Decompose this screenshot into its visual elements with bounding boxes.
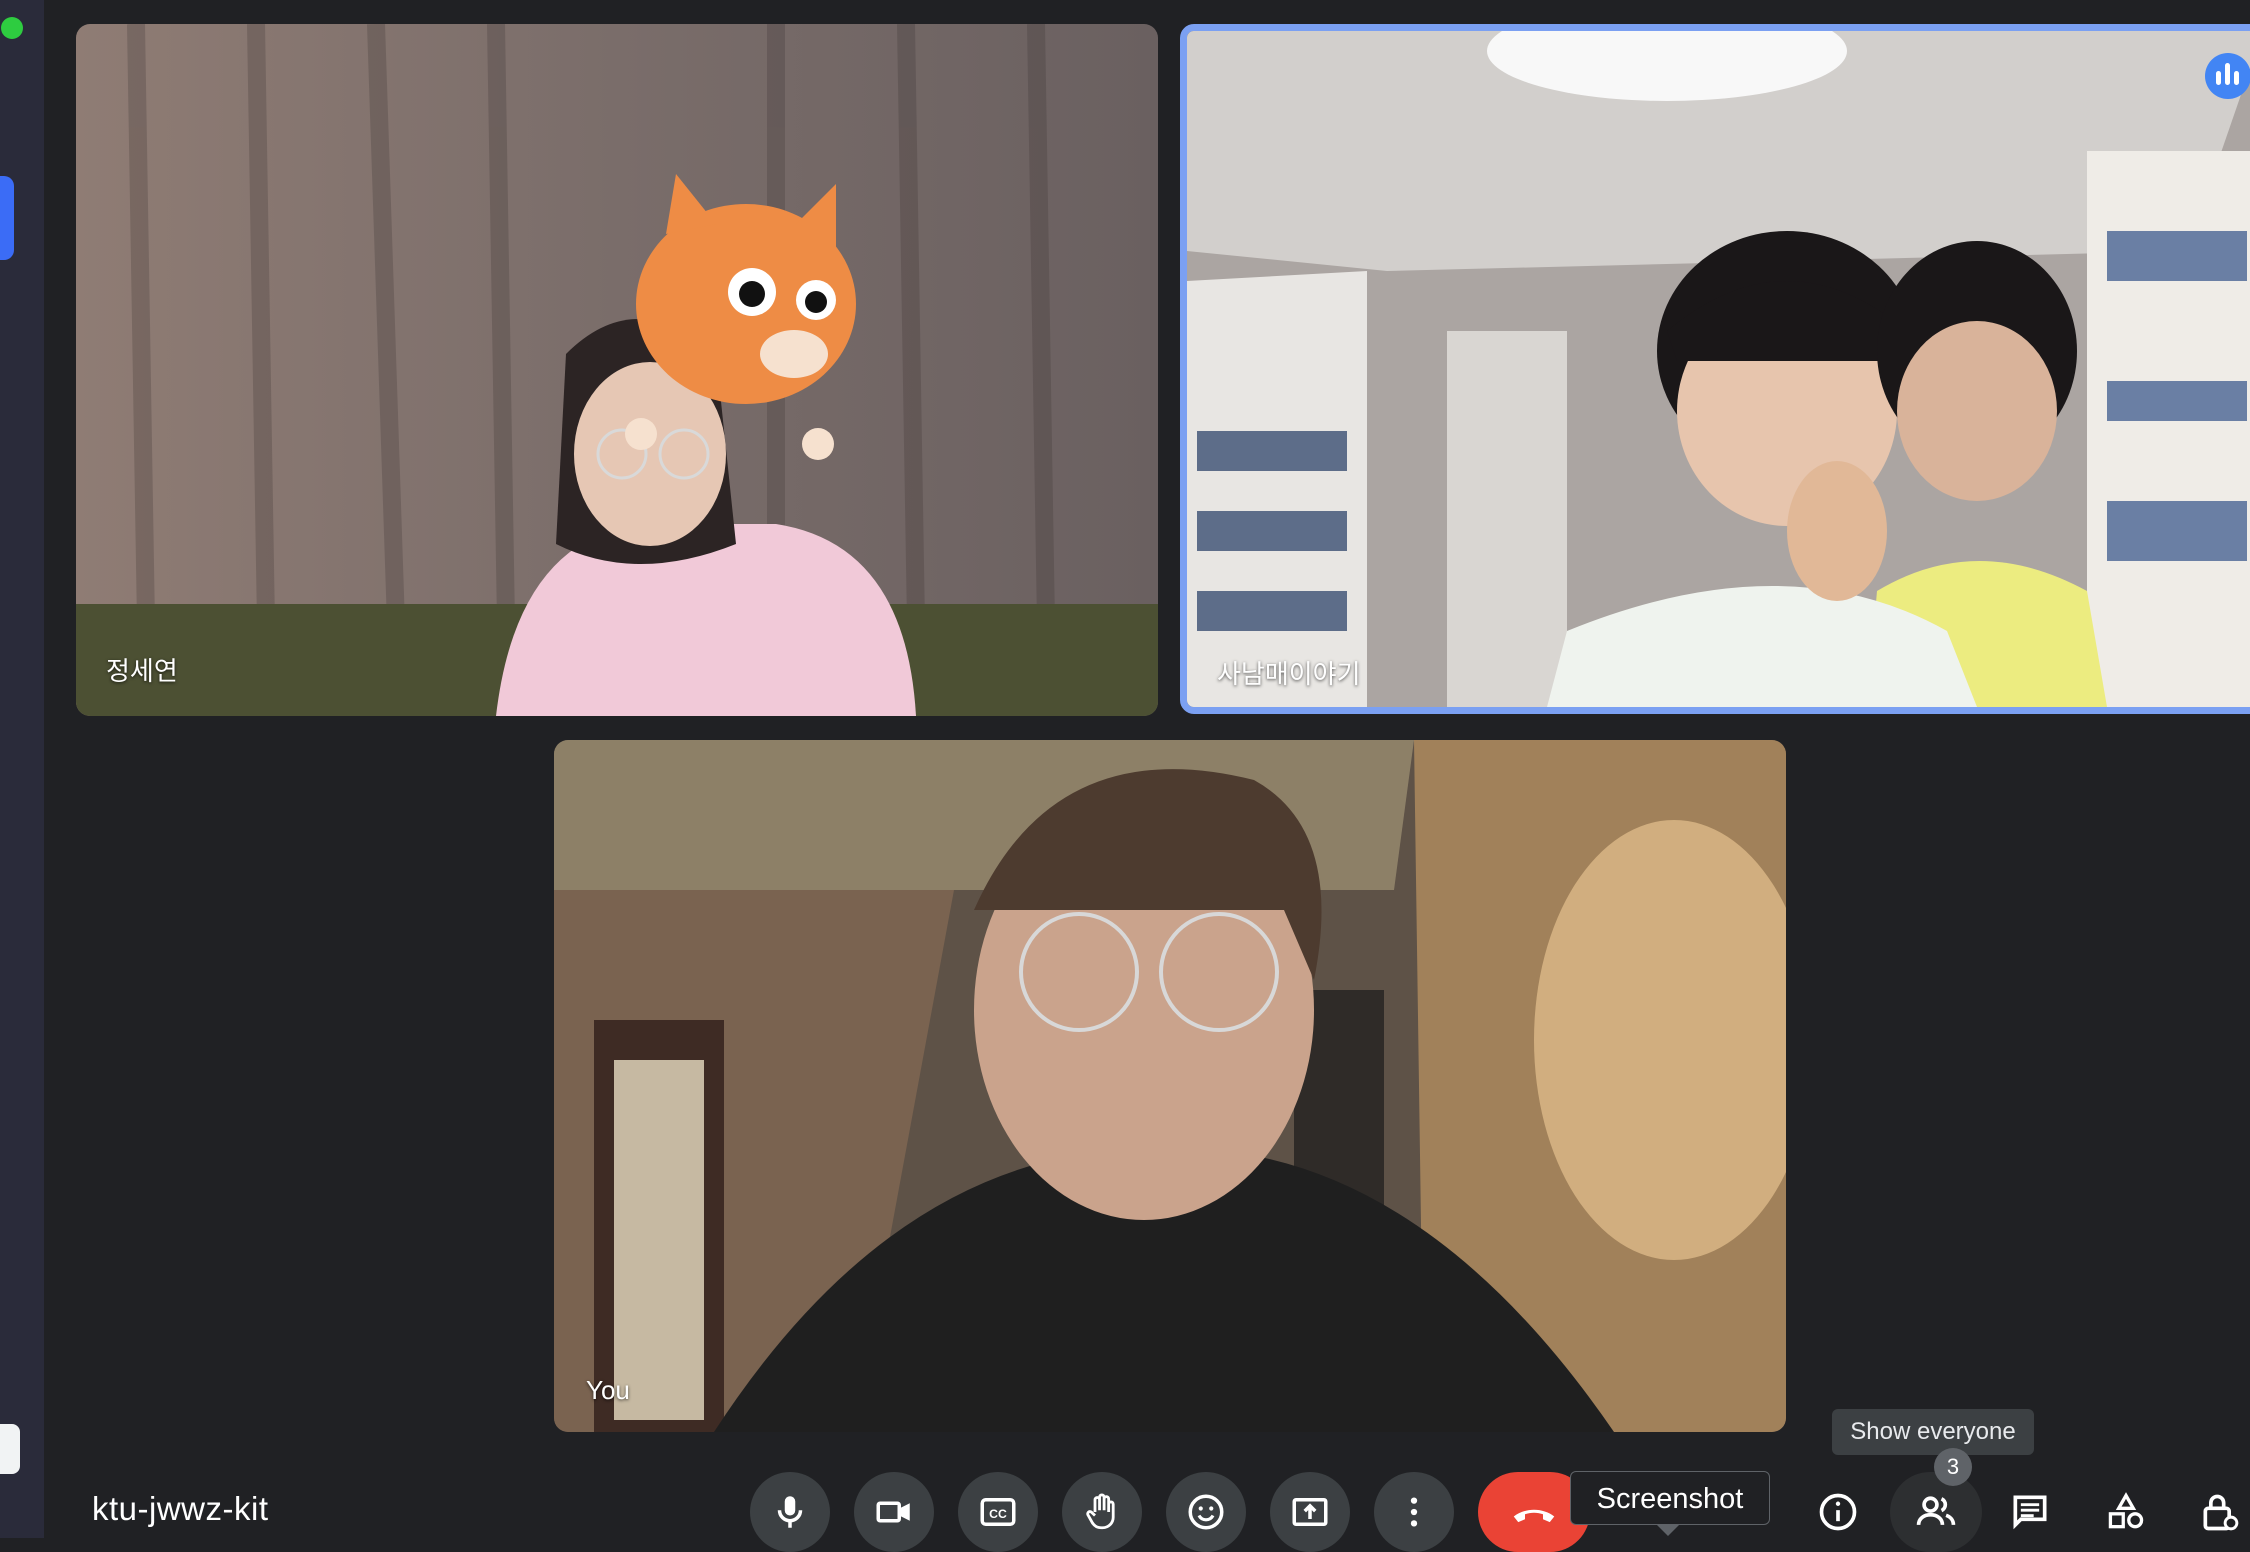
participant-tile-active-speaker[interactable]: 사남매이야기: [1180, 24, 2250, 714]
reactions-button[interactable]: [1166, 1472, 1246, 1552]
raise-hand-icon: [1086, 1493, 1115, 1530]
status-dot: [1, 17, 23, 39]
emoji-icon: [1188, 1494, 1224, 1530]
participant-video: [76, 24, 1158, 716]
host-controls-icon: [2203, 1494, 2239, 1531]
participant-tile[interactable]: 정세연: [76, 24, 1158, 716]
present-screen-icon: [1292, 1498, 1328, 1526]
participant-name: 사남매이야기: [1217, 659, 1361, 689]
present-screen-button[interactable]: [1270, 1472, 1350, 1552]
captions-icon: CC: [980, 1498, 1016, 1526]
activities-icon: [2108, 1492, 2144, 1529]
camera-button[interactable]: [854, 1472, 934, 1552]
info-icon: [1819, 1493, 1857, 1531]
self-view-tile[interactable]: You: [554, 740, 1786, 1432]
chat-button[interactable]: [2002, 1484, 2058, 1540]
chat-icon: [2013, 1495, 2047, 1530]
participant-name: 정세연: [106, 656, 178, 686]
people-icon: [1916, 1496, 1956, 1526]
microphone-icon: [777, 1496, 803, 1528]
speaking-indicator-icon: [2205, 53, 2250, 99]
meeting-code: ktu-jwwz-kit: [92, 1490, 269, 1527]
activities-button[interactable]: [2098, 1484, 2154, 1540]
more-options-icon: [1410, 1497, 1418, 1527]
camera-icon: [876, 1501, 910, 1523]
self-video: [554, 740, 1786, 1432]
participant-name-self: You: [586, 1375, 630, 1405]
end-call-icon: [1513, 1509, 1555, 1523]
microphone-button[interactable]: [750, 1472, 830, 1552]
show-everyone-tooltip: Show everyone: [1832, 1409, 2034, 1455]
left-dock: [0, 0, 44, 1538]
tooltip-caret: [1656, 1524, 1680, 1536]
screenshot-tooltip: Screenshot: [1570, 1471, 1770, 1525]
people-icon-wrap[interactable]: [1908, 1484, 1964, 1540]
meeting-details-button[interactable]: [1810, 1484, 1866, 1540]
participant-video: [1187, 31, 2250, 707]
captions-button[interactable]: CC: [958, 1472, 1038, 1552]
participant-count-badge: 3: [1934, 1448, 1972, 1486]
raise-hand-button[interactable]: [1062, 1472, 1142, 1552]
svg-text:CC: CC: [989, 1507, 1007, 1521]
more-options-button[interactable]: [1374, 1472, 1454, 1552]
host-controls-button[interactable]: [2192, 1484, 2248, 1540]
dock-pill[interactable]: [0, 1424, 20, 1474]
dock-tab[interactable]: [0, 176, 14, 260]
